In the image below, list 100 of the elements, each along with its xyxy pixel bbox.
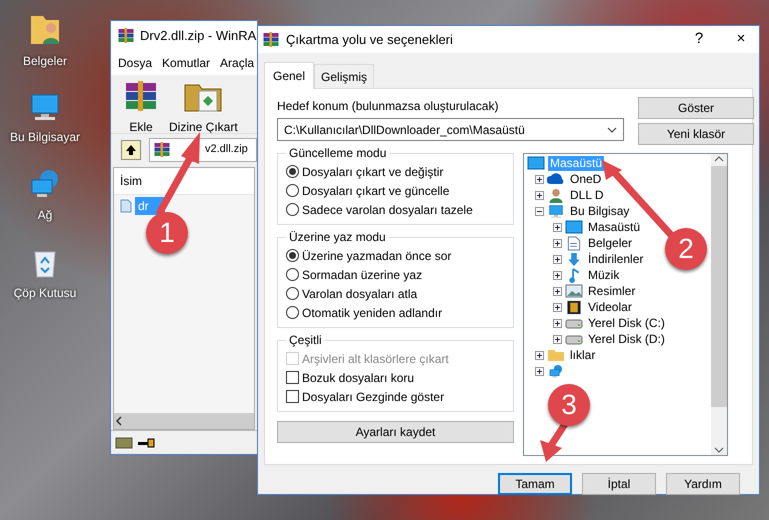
- option-label: Otomatik yeniden adlandır: [302, 304, 442, 322]
- down-arrow-icon: [567, 252, 581, 266]
- up-button[interactable]: [121, 140, 141, 160]
- computer-icon: [547, 204, 565, 218]
- help-button[interactable]: ?: [681, 26, 717, 53]
- close-button[interactable]: ×: [723, 26, 759, 53]
- expand-toggle[interactable]: [553, 302, 562, 312]
- radio-button[interactable]: [286, 165, 299, 178]
- option-label: Dosyaları çıkart ve güncelle: [302, 182, 450, 200]
- desktop-icon: [527, 156, 545, 170]
- tab[interactable]: Gelişmiş: [314, 64, 374, 88]
- expand-toggle[interactable]: [535, 174, 544, 184]
- option-label: Arşivleri alt klasörlere çıkart: [302, 350, 449, 368]
- column-header[interactable]: İsim: [114, 168, 254, 195]
- tree-item[interactable]: DLL D: [568, 188, 606, 202]
- group-title: Üzerine yaz modu: [286, 230, 389, 245]
- radio-button[interactable]: [286, 306, 299, 319]
- cloud-icon: [547, 172, 565, 186]
- expand-toggle[interactable]: [553, 270, 562, 280]
- tree-item[interactable]: Müzik: [586, 268, 622, 282]
- menu-item[interactable]: Dosya: [118, 54, 152, 72]
- radio-button[interactable]: [286, 203, 299, 216]
- books-icon: [262, 30, 280, 48]
- desktop-icon-label[interactable]: Çöp Kutusu: [14, 284, 76, 302]
- dialog-button[interactable]: Tamam: [498, 473, 572, 495]
- file-icon: [120, 199, 132, 213]
- option-label: Sormadan üzerine yaz: [302, 266, 422, 284]
- expand-toggle[interactable]: [535, 350, 544, 360]
- radio-button[interactable]: [286, 287, 299, 300]
- tree-item[interactable]: Yerel Disk (D:): [586, 332, 667, 346]
- tab[interactable]: Genel: [264, 62, 314, 89]
- drive-icon: [565, 333, 583, 345]
- computer-icon: [29, 92, 61, 122]
- side-button[interactable]: Yeni klasör: [638, 123, 754, 145]
- expand-toggle[interactable]: [553, 222, 562, 232]
- expand-toggle[interactable]: [553, 286, 562, 296]
- toolbar-button[interactable]: Ekle: [123, 79, 159, 133]
- side-button[interactable]: Göster: [638, 97, 754, 119]
- document-icon: [567, 236, 581, 250]
- scroll-up-icon[interactable]: [714, 156, 724, 162]
- picture-icon: [565, 284, 583, 298]
- option-label: Varolan dosyaları atla: [302, 286, 418, 302]
- tree-item[interactable]: Masaüstü: [586, 220, 642, 234]
- expand-toggle[interactable]: [553, 318, 562, 328]
- desktop-icon-label[interactable]: Bu Bilgisayar: [10, 128, 80, 146]
- expand-toggle[interactable]: [553, 254, 562, 264]
- scroll-down-icon[interactable]: [714, 447, 724, 453]
- tree-item[interactable]: İndirilenler: [586, 252, 646, 266]
- toolbar-button[interactable]: Dizine Çıkart: [169, 79, 238, 133]
- destination-combobox[interactable]: C:\Kullanıcılar\DllDownloader_com\Masaüstü: [277, 118, 624, 141]
- collapse-toggle[interactable]: [535, 206, 544, 216]
- scroll-left-icon[interactable]: [114, 416, 124, 426]
- tree-item[interactable]: lıklar: [568, 348, 598, 362]
- network-icon: [29, 168, 61, 200]
- option-label: Sadece varolan dosyaları tazele: [302, 202, 473, 218]
- tree-item[interactable]: Yerel Disk (C:): [586, 316, 667, 330]
- expand-toggle[interactable]: [553, 238, 562, 248]
- save-settings-button[interactable]: Ayarları kaydet: [277, 421, 514, 443]
- radio-button[interactable]: [286, 268, 299, 281]
- field-label: Hedef konum (bulunmazsa oluşturulacak): [277, 98, 500, 115]
- books-icon: [153, 140, 171, 158]
- desktop-icon-label[interactable]: Belgeler: [22, 52, 68, 70]
- dropdown-caret-icon[interactable]: [607, 126, 617, 132]
- expand-toggle[interactable]: [553, 334, 562, 344]
- group-title: Çeşitli: [286, 333, 325, 348]
- dialog-button[interactable]: İptal: [582, 473, 656, 495]
- user-icon: [548, 188, 564, 202]
- dialog-title: Çıkartma yolu ve seçenekleri: [286, 30, 454, 49]
- checkbox[interactable]: [286, 390, 299, 403]
- vertical-scrollbar[interactable]: [711, 154, 727, 455]
- tree-item[interactable]: Belgeler: [586, 236, 634, 250]
- scrollbar-thumb[interactable]: [711, 166, 727, 407]
- radio-button[interactable]: [286, 249, 299, 262]
- dialog-button[interactable]: Yardım: [666, 473, 740, 495]
- tree-item[interactable]: Bu Bilgisay: [568, 204, 632, 218]
- desktop-icon-label[interactable]: Ağ: [38, 206, 52, 224]
- tree-item[interactable]: OneD: [568, 172, 604, 186]
- film-icon: [566, 300, 582, 314]
- drive-icon: [565, 317, 583, 329]
- books-icon: [117, 27, 135, 45]
- option-label: Üzerine yazmadan önce sor: [302, 248, 452, 264]
- expand-toggle[interactable]: [535, 366, 544, 376]
- radio-button[interactable]: [286, 184, 299, 197]
- music-note-icon: [568, 268, 580, 282]
- expand-toggle[interactable]: [535, 190, 544, 200]
- option-label: Dosyaları Gezginde göster: [302, 388, 444, 406]
- checkbox[interactable]: [286, 371, 299, 384]
- desktop-icon: [565, 220, 583, 234]
- drive-icon: [115, 436, 133, 448]
- key-icon: [137, 438, 155, 448]
- folder-icon: [547, 348, 565, 362]
- tree-item[interactable]: Videolar: [586, 300, 634, 314]
- window-title: Drv2.dll.zip - WinRA: [140, 27, 256, 46]
- tree-item[interactable]: Resimler: [586, 284, 638, 298]
- menu-item[interactable]: Araçla: [220, 54, 254, 72]
- option-label: Bozuk dosyaları koru: [302, 370, 414, 386]
- up-arrow-icon: [125, 144, 137, 156]
- horizontal-scrollbar[interactable]: [114, 413, 254, 429]
- menu-item[interactable]: Komutlar: [162, 54, 210, 72]
- option-label: Dosyaları çıkart ve değiştir: [302, 164, 444, 180]
